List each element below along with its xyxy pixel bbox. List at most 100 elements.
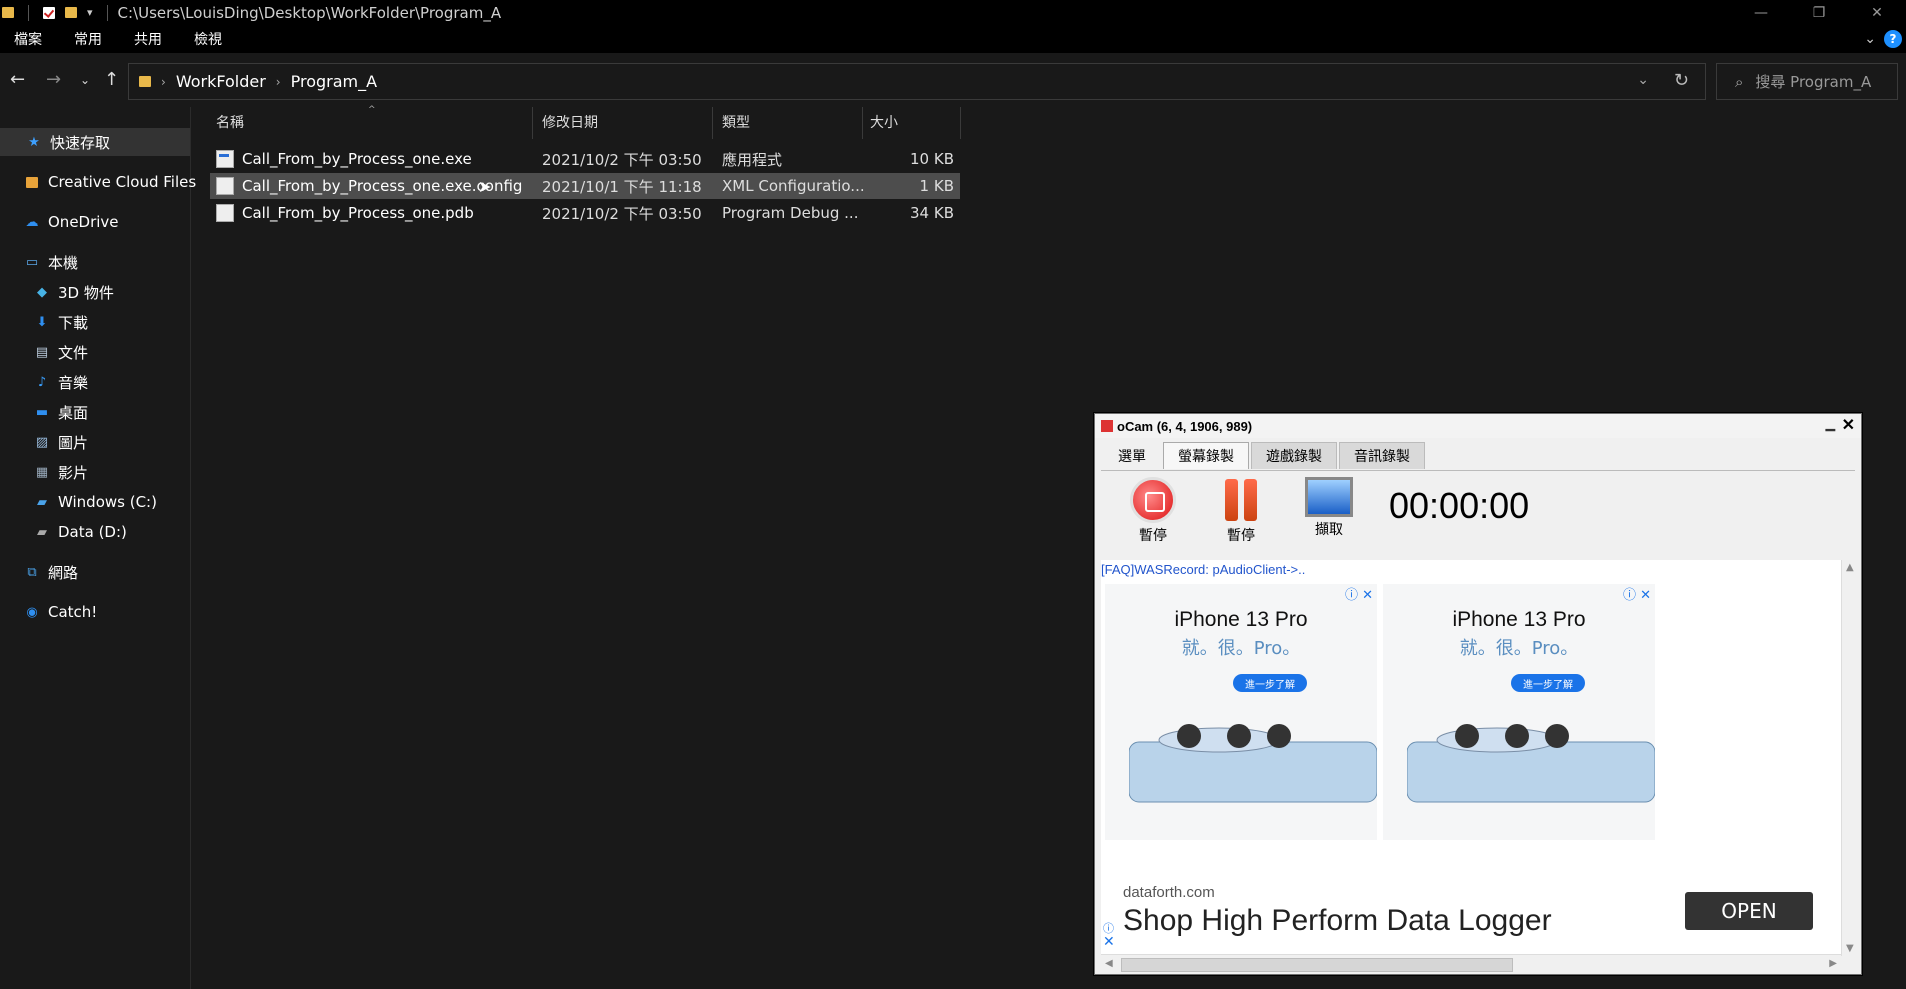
scroll-right-icon[interactable]: ▶ bbox=[1829, 958, 1837, 969]
up-arrow-icon[interactable]: ↑ bbox=[104, 69, 119, 90]
column-divider[interactable] bbox=[532, 107, 533, 139]
address-dropdown-icon[interactable]: ⌄ bbox=[1637, 72, 1649, 88]
ad-learn-more-button[interactable]: 進一步了解 bbox=[1233, 674, 1307, 692]
sidebar-item-this-pc[interactable]: ▭ 本機 bbox=[0, 248, 78, 276]
sidebar-item-3d-objects[interactable]: ◆ 3D 物件 bbox=[0, 278, 114, 306]
breadcrumb-workfolder[interactable]: WorkFolder bbox=[176, 72, 266, 91]
properties-check-icon[interactable] bbox=[43, 6, 55, 19]
column-divider[interactable] bbox=[960, 107, 961, 139]
breadcrumb-chevron-icon[interactable]: › bbox=[161, 75, 166, 89]
sidebar-item-desktop[interactable]: ▬ 桌面 bbox=[0, 398, 88, 426]
close-button[interactable]: ✕ bbox=[1848, 0, 1906, 25]
navigation-pane: ★ 快速存取 Creative Cloud Files ☁ OneDrive ▭… bbox=[0, 107, 196, 989]
new-folder-icon[interactable] bbox=[65, 7, 77, 18]
phone-image bbox=[1129, 724, 1377, 803]
file-row[interactable]: Call_From_by_Process_one.exe 2021/10/2 下… bbox=[210, 146, 960, 172]
ad-subheadline: 就。很。Pro。 bbox=[1181, 638, 1301, 659]
scroll-left-icon[interactable]: ◀ bbox=[1105, 958, 1113, 969]
expand-ribbon-chevron-icon[interactable]: ⌄ bbox=[1864, 31, 1876, 47]
forward-arrow-icon[interactable]: → bbox=[46, 69, 61, 90]
picture-icon: ▨ bbox=[35, 434, 49, 450]
tab-share[interactable]: 共用 bbox=[118, 29, 178, 49]
file-date: 2021/10/2 下午 03:50 bbox=[542, 204, 702, 223]
maximize-button[interactable]: ❐ bbox=[1790, 0, 1848, 25]
file-row[interactable]: Call_From_by_Process_one.pdb 2021/10/2 下… bbox=[210, 200, 960, 226]
column-divider[interactable] bbox=[712, 107, 713, 139]
pause-button[interactable]: 暫停 bbox=[1211, 477, 1271, 545]
ocam-title-bar[interactable]: oCam (6, 4, 1906, 989) ▁ ✕ bbox=[1095, 414, 1861, 438]
quick-access-toolbar: ▾ bbox=[0, 4, 112, 21]
file-name-cell: Call_From_by_Process_one.exe bbox=[216, 146, 536, 172]
minimize-button[interactable]: — bbox=[1732, 0, 1790, 25]
refresh-icon[interactable]: ↻ bbox=[1674, 70, 1689, 91]
tab-game-recording[interactable]: 遊戲錄製 bbox=[1251, 442, 1337, 469]
tab-menu[interactable]: 選單 bbox=[1103, 442, 1161, 469]
file-row-selected[interactable]: Call_From_by_Process_one.exe.config 2021… bbox=[210, 173, 960, 199]
sidebar-item-label: 桌面 bbox=[58, 403, 89, 422]
banner-open-button[interactable]: OPEN bbox=[1685, 892, 1813, 930]
tab-file[interactable]: 檔案 bbox=[0, 29, 58, 49]
sidebar-item-quick-access[interactable]: ★ 快速存取 bbox=[0, 128, 190, 156]
ad-close-icon[interactable]: ✕ bbox=[1103, 934, 1115, 950]
sidebar-item-pictures[interactable]: ▨ 圖片 bbox=[0, 428, 88, 456]
breadcrumb-chevron-icon[interactable]: › bbox=[276, 75, 281, 89]
sidebar-item-windows-c[interactable]: ▰ Windows (C:) bbox=[0, 488, 157, 516]
scroll-down-icon[interactable]: ▼ bbox=[1846, 943, 1854, 954]
stop-button[interactable]: 暫停 bbox=[1123, 477, 1183, 545]
recording-timer: 00:00:00 bbox=[1389, 485, 1530, 526]
folder-icon bbox=[139, 76, 151, 87]
help-icon[interactable]: ? bbox=[1884, 30, 1902, 48]
ocam-minimize-button[interactable]: ▁ bbox=[1826, 417, 1835, 431]
back-arrow-icon[interactable]: ← bbox=[10, 69, 25, 90]
sidebar-item-onedrive[interactable]: ☁ OneDrive bbox=[0, 208, 119, 236]
recent-locations-chevron-icon[interactable]: ⌄ bbox=[80, 73, 90, 87]
column-divider[interactable] bbox=[862, 107, 863, 139]
scroll-up-icon[interactable]: ▲ bbox=[1846, 562, 1854, 573]
sidebar-item-label: 網路 bbox=[48, 563, 79, 582]
ocam-close-button[interactable]: ✕ bbox=[1842, 415, 1855, 435]
sort-ascending-icon: ^ bbox=[368, 105, 376, 115]
sidebar-item-documents[interactable]: ▤ 文件 bbox=[0, 338, 88, 366]
ad-learn-more-button[interactable]: 進一步了解 bbox=[1511, 674, 1585, 692]
horizontal-scrollbar[interactable]: ◀ ▶ bbox=[1101, 954, 1841, 973]
sidebar-item-videos[interactable]: ▦ 影片 bbox=[0, 458, 88, 486]
sidebar-item-downloads[interactable]: ⬇ 下載 bbox=[0, 308, 88, 336]
customize-toolbar-dropdown-icon[interactable]: ▾ bbox=[87, 6, 93, 19]
column-header-type[interactable]: 類型 bbox=[722, 107, 862, 137]
ad-info-close-icon[interactable]: ⓘ ✕ bbox=[1345, 584, 1373, 603]
ad-info-close-icon[interactable]: ⓘ ✕ bbox=[1623, 584, 1651, 603]
vertical-scrollbar[interactable]: ▲ ▼ bbox=[1841, 560, 1858, 956]
tab-screen-recording[interactable]: 螢幕錄製 bbox=[1163, 442, 1249, 469]
sidebar-item-data-d[interactable]: ▰ Data (D:) bbox=[0, 518, 127, 546]
tab-audio-recording[interactable]: 音訊錄製 bbox=[1339, 442, 1425, 469]
ad-tile[interactable]: ⓘ ✕ iPhone 13 Pro 就。很。Pro。 進一步了解 bbox=[1105, 584, 1377, 840]
breadcrumb-program-a[interactable]: Program_A bbox=[291, 72, 377, 91]
search-box[interactable]: ⌕ 搜尋 Program_A bbox=[1716, 63, 1898, 100]
capture-button[interactable]: 擷取 bbox=[1299, 477, 1359, 539]
tab-view[interactable]: 檢視 bbox=[178, 29, 238, 49]
faq-link[interactable]: [FAQ]WASRecord: pAudioClient->.. bbox=[1101, 562, 1305, 577]
sidebar-item-label: OneDrive bbox=[48, 213, 119, 231]
sidebar-item-music[interactable]: ♪ 音樂 bbox=[0, 368, 88, 396]
star-icon: ★ bbox=[28, 134, 40, 150]
search-icon: ⌕ bbox=[1735, 72, 1744, 91]
column-header-name[interactable]: 名稱 ^ bbox=[216, 105, 536, 137]
column-header-size[interactable]: 大小 bbox=[870, 107, 960, 137]
ad-tile[interactable]: ⓘ ✕ iPhone 13 Pro 就。很。Pro。 進一步了解 bbox=[1383, 584, 1655, 840]
tab-home[interactable]: 常用 bbox=[58, 29, 118, 49]
address-bar[interactable]: › WorkFolder › Program_A ⌄ ↻ bbox=[128, 63, 1706, 100]
column-header-date[interactable]: 修改日期 bbox=[542, 107, 712, 137]
sidebar-item-creative-cloud[interactable]: Creative Cloud Files bbox=[0, 168, 196, 196]
ad-headline: iPhone 13 Pro bbox=[1452, 608, 1586, 631]
scroll-thumb[interactable] bbox=[1121, 958, 1513, 972]
sidebar-item-catch[interactable]: ◉ Catch! bbox=[0, 598, 97, 626]
sidebar-item-label: Windows (C:) bbox=[58, 493, 157, 511]
file-type: XML Configuratio... bbox=[722, 177, 865, 195]
pdb-file-icon bbox=[216, 204, 234, 222]
sidebar-item-label: 3D 物件 bbox=[58, 283, 114, 302]
ad-banner[interactable]: dataforth.com Shop High Perform Data Log… bbox=[1101, 870, 1841, 956]
desktop-icon: ▬ bbox=[35, 404, 49, 420]
stop-record-icon bbox=[1130, 477, 1176, 523]
sidebar-item-label: 本機 bbox=[48, 253, 79, 272]
sidebar-item-network[interactable]: ⧉ 網路 bbox=[0, 558, 78, 586]
